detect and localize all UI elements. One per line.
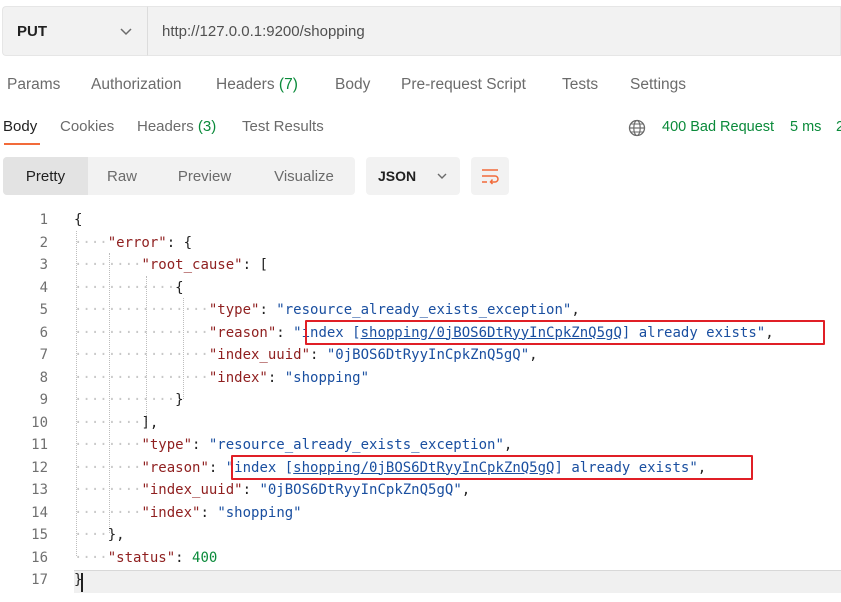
response-tabs: Body Cookies Headers (3) Test Results 40…: [0, 113, 841, 145]
code-line: 5 ················"type": "resource_alre…: [0, 299, 841, 322]
line-number: 5: [39, 302, 48, 318]
view-mode-group: Pretty Raw Preview Visualize: [3, 157, 355, 195]
tab-headers[interactable]: Headers (7): [216, 76, 298, 94]
code-line: 3 ········"root_cause": [: [0, 254, 841, 277]
code-line: 10 ········],: [0, 412, 841, 435]
response-time[interactable]: 5 ms: [790, 119, 821, 135]
tab-prerequest-script[interactable]: Pre-request Script: [401, 76, 526, 94]
view-visualize-button[interactable]: Visualize: [253, 157, 355, 195]
wrap-lines-button[interactable]: [471, 157, 509, 195]
code-line: 8 ················"index": "shopping": [0, 367, 841, 390]
view-pretty-button[interactable]: Pretty: [3, 157, 88, 195]
language-select[interactable]: JSON: [366, 157, 460, 195]
code-line: 4 ············{: [0, 277, 841, 300]
code-line: 13 ········"index_uuid": "0jBOS6DtRyyInC…: [0, 479, 841, 502]
line-number: 6: [39, 324, 48, 341]
code-text: ················"index_uuid": "0jBOS6DtR…: [74, 347, 538, 363]
line-number: 2: [39, 234, 48, 251]
code-line: 15 ····},: [0, 524, 841, 547]
status-badge[interactable]: 400 Bad Request: [662, 119, 774, 135]
code-line: 1 {: [0, 209, 841, 232]
language-label: JSON: [378, 168, 417, 184]
line-number: 13: [31, 482, 48, 498]
method-label: PUT: [17, 22, 47, 40]
code-text: ········"index_uuid": "0jBOS6DtRyyInCpkZ…: [74, 482, 471, 498]
code-text: ················"index": "shopping": [74, 369, 370, 386]
code-text: ····},: [74, 527, 125, 543]
highlight-box: [231, 455, 753, 480]
line-number: 9: [39, 392, 48, 408]
line-number: 12: [31, 459, 48, 476]
line-number: 4: [39, 279, 48, 296]
code-text: {: [74, 212, 83, 228]
code-line: 11 ········"type": "resource_already_exi…: [0, 434, 841, 457]
view-raw-button[interactable]: Raw: [88, 157, 156, 195]
line-number: 14: [31, 504, 48, 521]
code-text: ············}: [74, 392, 184, 408]
tab-authorization[interactable]: Authorization: [91, 76, 181, 94]
code-text: ········"root_cause": [: [74, 257, 268, 273]
headers-count-badge: (7): [278, 76, 298, 93]
code-text: ····"status": 400: [74, 549, 218, 566]
response-headers-count-badge: (3): [197, 118, 217, 135]
highlight-box: [305, 320, 825, 345]
line-number: 11: [31, 437, 48, 453]
tab-params[interactable]: Params: [7, 76, 60, 94]
code-line: 16 ····"status": 400: [0, 547, 841, 570]
text-caret: [81, 573, 83, 592]
chevron-down-icon: [437, 173, 447, 179]
line-number: 15: [31, 527, 48, 543]
url-input[interactable]: http://127.0.0.1:9200/shopping: [148, 6, 841, 56]
tab-settings[interactable]: Settings: [630, 76, 686, 94]
code-line: 7 ················"index_uuid": "0jBOS6D…: [0, 344, 841, 367]
code-text: ········],: [74, 414, 159, 431]
response-size[interactable]: 2: [836, 119, 841, 135]
chevron-down-icon: [120, 28, 132, 36]
method-select[interactable]: PUT: [2, 6, 148, 56]
tab-tests[interactable]: Tests: [562, 76, 598, 94]
wrap-lines-icon: [482, 169, 499, 185]
line-number: 1: [39, 212, 48, 228]
view-preview-button[interactable]: Preview: [156, 157, 253, 195]
line-number: 7: [39, 347, 48, 363]
code-text: ····"error": {: [74, 234, 193, 251]
line-number: 10: [31, 414, 48, 431]
tab-cookies[interactable]: Cookies: [60, 118, 114, 135]
code-text: ········"type": "resource_already_exists…: [74, 437, 513, 453]
tab-headers-label: Headers: [216, 76, 275, 93]
tab-test-results[interactable]: Test Results: [242, 118, 324, 135]
line-number: 17: [31, 572, 48, 588]
line-number: 8: [39, 369, 48, 386]
code-text: ················"type": "resource_alread…: [74, 302, 580, 318]
tab-body[interactable]: Body: [335, 76, 370, 94]
code-text: ············{: [74, 279, 184, 296]
tab-response-headers[interactable]: Headers (3): [137, 118, 216, 135]
request-url-bar: PUT http://127.0.0.1:9200/shopping: [2, 6, 841, 56]
code-line: 2 ····"error": {: [0, 232, 841, 255]
code-text: ········"index": "shopping": [74, 504, 302, 521]
active-tab-underline: [4, 143, 40, 145]
tab-response-headers-label: Headers: [137, 118, 194, 135]
url-text: http://127.0.0.1:9200/shopping: [162, 22, 365, 40]
response-body-editor[interactable]: 1 { 2 ····"error": { 3 ········"root_cau…: [0, 209, 841, 602]
code-line: 9 ············}: [0, 389, 841, 412]
globe-icon[interactable]: [628, 119, 646, 137]
line-number: 3: [39, 257, 48, 273]
code-line: 17 }: [0, 569, 841, 592]
tab-response-body[interactable]: Body: [3, 118, 37, 135]
line-number: 16: [31, 549, 48, 566]
code-line: 14 ········"index": "shopping": [0, 502, 841, 525]
